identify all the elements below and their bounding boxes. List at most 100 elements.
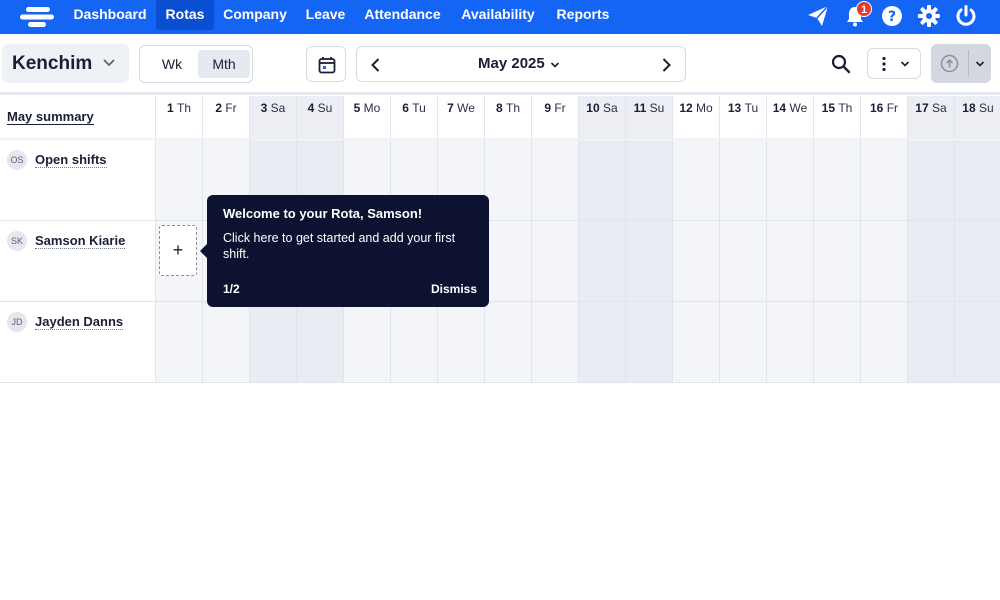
nav-rotas[interactable]: Rotas — [156, 0, 214, 30]
gear-icon[interactable] — [917, 4, 941, 28]
day-header[interactable]: 4 Su — [296, 96, 343, 139]
day-number: 8 — [495, 101, 503, 115]
power-icon[interactable] — [954, 4, 978, 28]
shift-cell[interactable] — [531, 302, 578, 383]
employee-row-label: SK Samson Kiarie — [0, 221, 155, 302]
shift-cell[interactable] — [531, 140, 578, 221]
shift-cell[interactable] — [907, 221, 954, 302]
day-name: We — [789, 101, 808, 115]
nav-company[interactable]: Company — [214, 0, 296, 30]
employee-name[interactable]: Jayden Danns — [35, 314, 124, 330]
shift-cell[interactable] — [719, 302, 766, 383]
day-header[interactable]: 12 Mo — [672, 96, 719, 139]
shift-cell[interactable] — [907, 302, 954, 383]
chevron-right-icon[interactable] — [657, 56, 675, 74]
shift-cell[interactable] — [437, 302, 484, 383]
shift-cell[interactable] — [672, 302, 719, 383]
shift-cell[interactable] — [813, 221, 860, 302]
shift-cell[interactable] — [766, 302, 813, 383]
shift-cell[interactable] — [484, 221, 531, 302]
shift-cell[interactable] — [860, 302, 907, 383]
shift-cell[interactable] — [484, 302, 531, 383]
chevron-down-icon[interactable] — [975, 60, 985, 68]
calendar-button[interactable] — [306, 46, 346, 82]
paper-plane-icon[interactable] — [806, 4, 830, 28]
shift-cell[interactable] — [155, 302, 202, 383]
shift-cell[interactable] — [766, 140, 813, 221]
chevron-left-icon[interactable] — [367, 56, 385, 74]
organization-select[interactable]: Kenchim — [2, 44, 129, 83]
button-separator — [968, 50, 969, 77]
shift-cell[interactable] — [766, 221, 813, 302]
shift-cell[interactable] — [860, 221, 907, 302]
month-summary-link[interactable]: May summary — [7, 109, 94, 125]
shift-cell[interactable] — [531, 221, 578, 302]
nav-availability[interactable]: Availability — [450, 0, 546, 30]
month-view-button[interactable]: Mth — [198, 50, 250, 78]
day-number: 13 — [727, 101, 742, 115]
shift-cell[interactable] — [625, 302, 672, 383]
shift-cell[interactable] — [954, 302, 1000, 383]
day-header[interactable]: 11 Su — [625, 96, 672, 139]
day-header[interactable]: 15 Th — [813, 96, 860, 139]
day-header[interactable]: 16 Fr — [860, 96, 907, 139]
shift-cell[interactable] — [625, 140, 672, 221]
shift-cell[interactable] — [860, 140, 907, 221]
day-header[interactable]: 3 Sa — [249, 96, 296, 139]
day-header[interactable]: 1 Th — [155, 96, 202, 139]
shift-cell[interactable] — [954, 140, 1000, 221]
tooltip-dismiss-button[interactable]: Dismiss — [431, 282, 477, 296]
shift-cell[interactable] — [672, 140, 719, 221]
current-period-label[interactable]: May 2025 — [478, 55, 545, 72]
employee-row-label: OS Open shifts — [0, 140, 155, 221]
toolbar-divider — [0, 92, 1000, 95]
shift-cell[interactable] — [625, 221, 672, 302]
onboarding-tooltip: Welcome to your Rota, Samson! Click here… — [200, 195, 489, 307]
day-header[interactable]: 5 Mo — [343, 96, 390, 139]
shift-cell[interactable] — [813, 140, 860, 221]
day-header[interactable]: 8 Th — [484, 96, 531, 139]
shift-cell[interactable] — [390, 302, 437, 383]
shift-cell[interactable] — [907, 140, 954, 221]
employee-name[interactable]: Open shifts — [35, 152, 107, 168]
shift-cell[interactable] — [578, 221, 625, 302]
shift-cell[interactable] — [813, 302, 860, 383]
shift-cell[interactable] — [672, 221, 719, 302]
day-header[interactable]: 18 Su — [954, 96, 1000, 139]
search-icon[interactable] — [829, 52, 853, 76]
shift-cell[interactable] — [249, 302, 296, 383]
publish-button[interactable] — [931, 44, 991, 83]
day-header[interactable]: 17 Sa — [907, 96, 954, 139]
day-header[interactable]: 13 Tu — [719, 96, 766, 139]
chevron-down-icon[interactable] — [550, 61, 560, 69]
nav-reports[interactable]: Reports — [546, 0, 620, 30]
day-header[interactable]: 14 We — [766, 96, 813, 139]
shift-cell[interactable] — [954, 221, 1000, 302]
nav-attendance[interactable]: Attendance — [355, 0, 450, 30]
shift-cell[interactable] — [155, 140, 202, 221]
day-name: Tu — [412, 101, 426, 115]
day-header[interactable]: 2 Fr — [202, 96, 249, 139]
day-name: Sa — [603, 101, 618, 115]
day-header[interactable]: 9 Fr — [531, 96, 578, 139]
nav-leave[interactable]: Leave — [296, 0, 355, 30]
shift-cell[interactable] — [578, 140, 625, 221]
nav-dashboard[interactable]: Dashboard — [64, 0, 156, 30]
help-icon[interactable]: ? — [880, 4, 904, 28]
shift-cell[interactable] — [578, 302, 625, 383]
shift-cell[interactable] — [202, 302, 249, 383]
day-header[interactable]: 10 Sa — [578, 96, 625, 139]
tooltip-step-counter: 1/2 — [223, 282, 240, 296]
shift-cell[interactable] — [343, 302, 390, 383]
add-shift-button[interactable]: + — [159, 225, 197, 276]
employee-name[interactable]: Samson Kiarie — [35, 233, 126, 249]
shift-cell[interactable] — [484, 140, 531, 221]
shift-cell[interactable] — [296, 302, 343, 383]
shift-cell[interactable] — [719, 221, 766, 302]
app-logo-icon[interactable] — [20, 5, 56, 29]
day-header[interactable]: 6 Tu — [390, 96, 437, 139]
week-view-button[interactable]: Wk — [146, 50, 198, 78]
shift-cell[interactable] — [719, 140, 766, 221]
more-options-button[interactable] — [867, 48, 921, 79]
day-header[interactable]: 7 We — [437, 96, 484, 139]
